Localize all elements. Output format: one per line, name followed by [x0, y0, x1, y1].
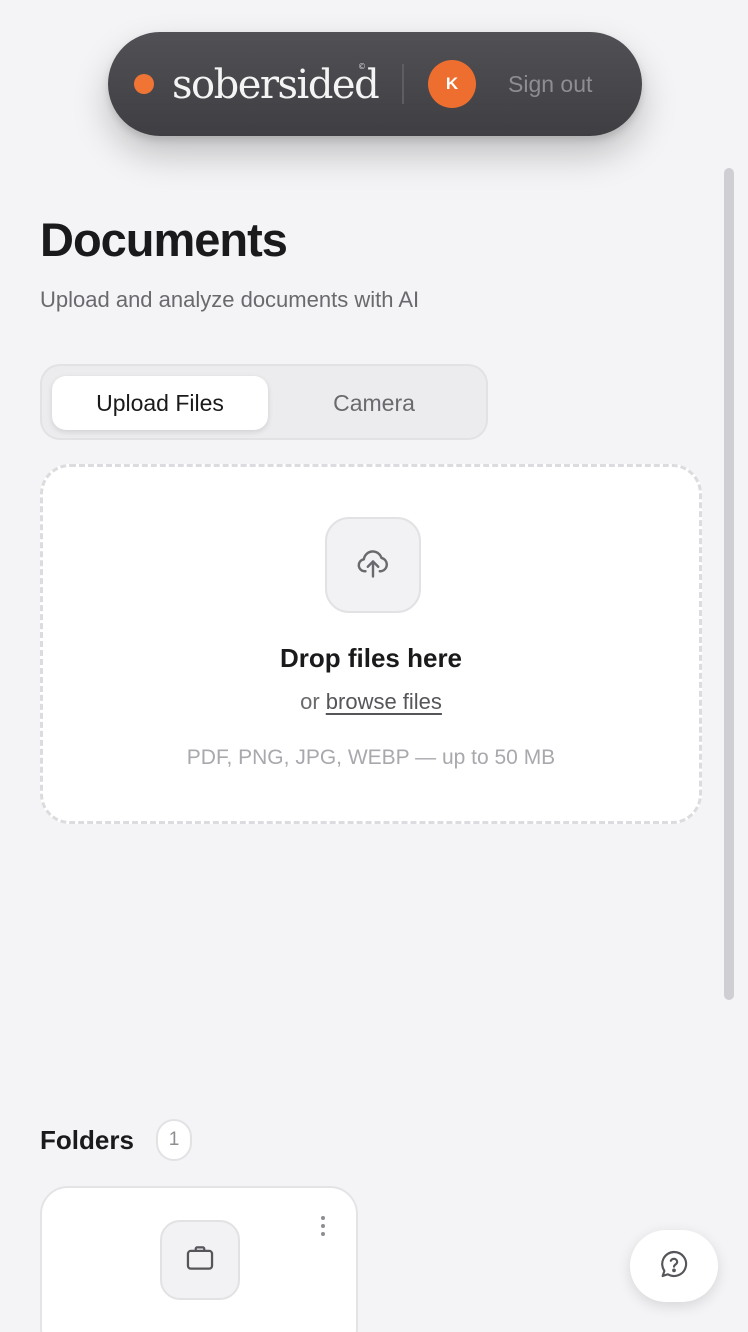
- page-subtitle: Upload and analyze documents with AI: [40, 287, 420, 312]
- tab-camera[interactable]: Camera: [266, 376, 482, 430]
- page-title: Documents: [40, 213, 288, 266]
- brand-dot-icon: [134, 74, 154, 94]
- nav-divider: [402, 64, 404, 104]
- folder-card[interactable]: [40, 1186, 358, 1332]
- dropzone-browse-line: or browse files: [43, 687, 699, 717]
- sign-out-button[interactable]: Sign out: [508, 68, 592, 100]
- help-chat-icon: [658, 1248, 690, 1285]
- file-dropzone[interactable]: Drop files here or browse files PDF, PNG…: [40, 464, 702, 824]
- upload-mode-tabs: Upload Files Camera: [40, 364, 488, 440]
- dropzone-title: Drop files here: [279, 643, 463, 673]
- user-avatar[interactable]: K: [428, 60, 476, 108]
- folder-briefcase-icon: [183, 1241, 217, 1280]
- brand-logo[interactable]: sobersided: [172, 62, 380, 108]
- top-nav-bar: sobersided © K Sign out: [108, 32, 642, 136]
- folders-count-badge: 1: [156, 1119, 192, 1161]
- dropzone-formats: PDF, PNG, JPG, WEBP — up to 50 MB: [186, 746, 556, 769]
- upload-icon-container: [325, 517, 421, 613]
- browse-files-link[interactable]: browse files: [326, 689, 442, 714]
- cloud-upload-icon: [355, 545, 391, 586]
- tab-upload-files[interactable]: Upload Files: [52, 376, 268, 430]
- folder-icon-container: [160, 1220, 240, 1300]
- folders-heading: Folders: [40, 1125, 134, 1155]
- more-vertical-icon[interactable]: [310, 1212, 336, 1240]
- scrollbar[interactable]: [724, 168, 734, 1000]
- page: sobersided © K Sign out Documents Upload…: [0, 0, 748, 1332]
- dropzone-or-text: or: [300, 689, 320, 714]
- brand-trademark: ©: [358, 62, 366, 71]
- help-button[interactable]: [630, 1230, 718, 1302]
